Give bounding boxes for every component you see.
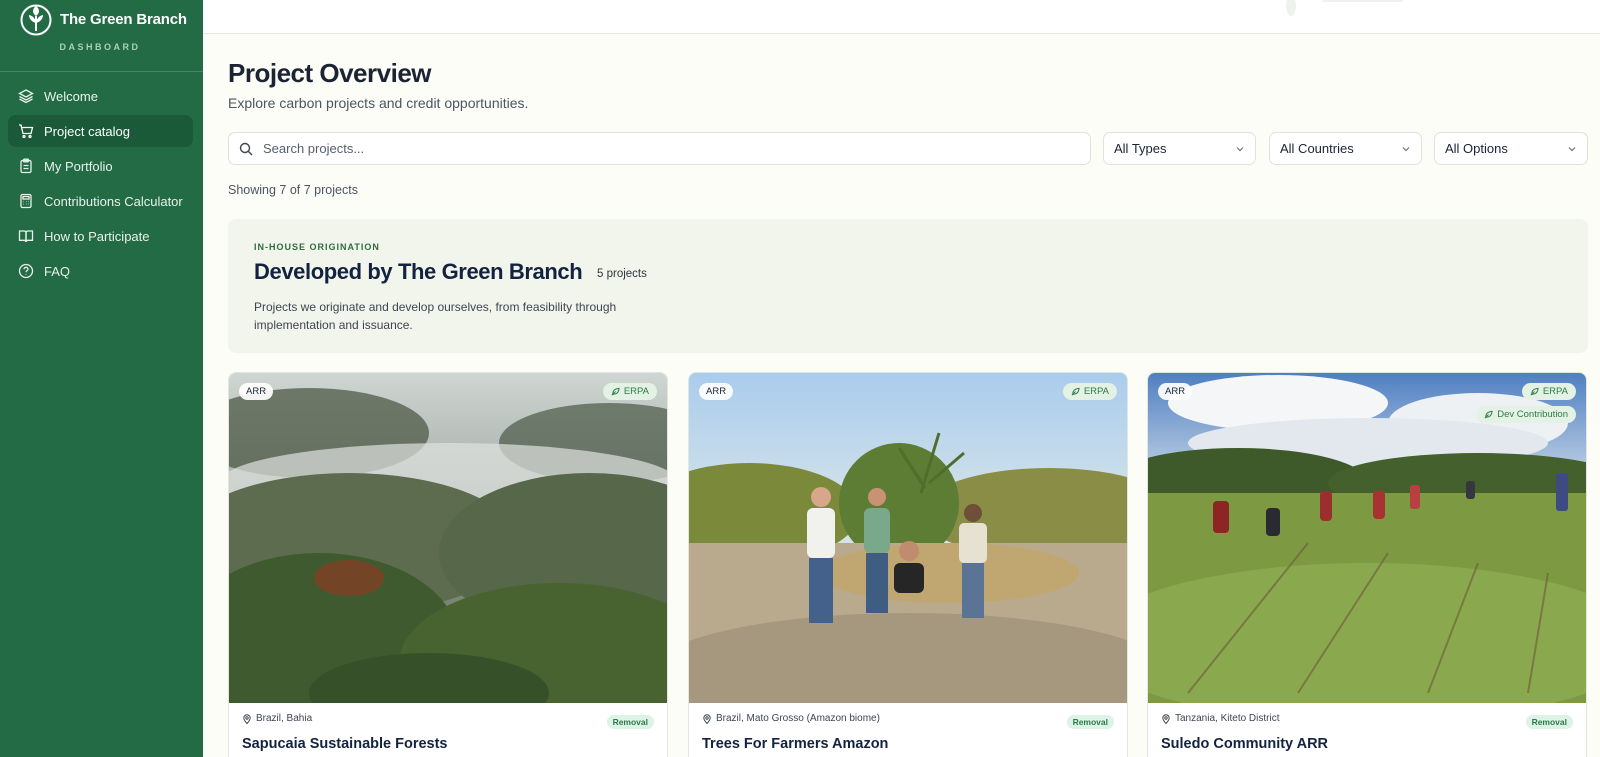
map-pin-icon [1162, 713, 1170, 724]
sidebar-item-project-catalog[interactable]: Project catalog [8, 115, 193, 147]
book-icon [18, 228, 34, 244]
leaf-icon [1530, 387, 1539, 396]
sidebar-item-label: My Portfolio [44, 158, 113, 174]
project-type-tag: ARR [239, 383, 274, 400]
layers-icon [18, 88, 34, 104]
help-circle-icon [18, 263, 34, 279]
project-location: Brazil, Mato Grosso (Amazon biome) [702, 713, 880, 724]
page-subtitle: Explore carbon projects and credit oppor… [228, 95, 529, 111]
sidebar-item-my-portfolio[interactable]: My Portfolio [8, 150, 193, 182]
erpa-label: ERPA [1083, 386, 1109, 397]
project-title[interactable]: Trees For Farmers Amazon [702, 736, 888, 752]
options-filter-value: All Options [1445, 141, 1508, 156]
search-input[interactable] [263, 141, 1063, 156]
sidebar-item-welcome[interactable]: Welcome [8, 80, 193, 112]
cart-icon [18, 123, 34, 139]
section-description: Projects we originate and develop oursel… [254, 300, 617, 332]
search-bar[interactable] [228, 132, 1091, 165]
leaf-icon [611, 387, 620, 396]
project-card[interactable]: ARR ERPA Dev Contribution Tanzania, Kite… [1147, 372, 1587, 757]
dev-contribution-tag: Dev Contribution [1476, 406, 1576, 423]
brand-header: The Green Branch DASHBOARD [0, 0, 203, 72]
dev-contribution-label: Dev Contribution [1497, 409, 1568, 420]
location-text: Brazil, Bahia [256, 713, 313, 724]
sidebar-item-label: Welcome [44, 88, 98, 104]
erpa-tag: ERPA [1062, 383, 1117, 400]
calculator-icon [18, 193, 34, 209]
section-eyebrow: IN-HOUSE ORIGINATION [254, 242, 380, 252]
removal-badge: Removal [1525, 715, 1573, 729]
sidebar: The Green Branch DASHBOARD Welcome Proje… [0, 0, 203, 757]
leaf-icon [1484, 410, 1493, 419]
leaf-icon [1071, 387, 1080, 396]
sidebar-item-label: How to Participate [44, 228, 150, 244]
project-type-tag: ARR [1158, 383, 1193, 400]
map-pin-icon [243, 713, 251, 724]
section-project-count: 5 projects [597, 268, 647, 280]
results-count: Showing 7 of 7 projects [228, 183, 358, 197]
sidebar-item-label: FAQ [44, 263, 71, 279]
removal-badge: Removal [1066, 715, 1114, 729]
search-icon [239, 142, 253, 155]
project-title[interactable]: Suledo Community ARR [1161, 736, 1328, 752]
country-filter-value: All Countries [1280, 141, 1354, 156]
project-card[interactable]: ARR ERPA Brazil, Bahia Removal Sapucaia … [228, 372, 668, 757]
page-title: Project Overview [228, 58, 432, 88]
project-image [689, 373, 1127, 703]
clipboard-icon [18, 158, 34, 174]
chevron-down-icon [1568, 146, 1576, 151]
location-text: Tanzania, Kiteto District [1175, 713, 1280, 724]
project-location: Brazil, Bahia [242, 713, 312, 724]
leaf-logo-icon [20, 4, 52, 36]
sidebar-item-faq[interactable]: FAQ [8, 255, 193, 287]
erpa-label: ERPA [1542, 386, 1568, 397]
project-location: Tanzania, Kiteto District [1161, 713, 1280, 724]
sidebar-nav: Welcome Project catalog My Portfolio Con… [8, 80, 193, 290]
in-house-section: IN-HOUSE ORIGINATION Developed by The Gr… [228, 219, 1588, 353]
sidebar-item-label: Contributions Calculator [44, 193, 183, 209]
erpa-tag: ERPA [1521, 383, 1576, 400]
brand-name[interactable]: The Green Branch [60, 11, 187, 28]
project-card[interactable]: ARR ERPA Brazil, Mato Grosso (Amazon bio… [688, 372, 1128, 757]
options-filter-select[interactable]: All Options [1434, 132, 1588, 165]
top-bar [203, 0, 1600, 34]
sidebar-item-contributions-calculator[interactable]: Contributions Calculator [8, 185, 193, 217]
type-filter-select[interactable]: All Types [1103, 132, 1256, 165]
project-title[interactable]: Sapucaia Sustainable Forests [242, 736, 448, 752]
location-text: Brazil, Mato Grosso (Amazon biome) [716, 713, 880, 724]
removal-badge: Removal [606, 715, 654, 729]
section-title: Developed by The Green Branch [254, 259, 583, 284]
erpa-label: ERPA [623, 386, 649, 397]
sidebar-item-how-to-participate[interactable]: How to Participate [8, 220, 193, 252]
project-type-tag: ARR [699, 383, 734, 400]
chevron-down-icon [1236, 146, 1244, 151]
type-filter-value: All Types [1114, 141, 1167, 156]
erpa-tag: ERPA [602, 383, 657, 400]
user-menu-placeholder[interactable] [1283, 0, 1413, 16]
map-pin-icon [703, 713, 711, 724]
country-filter-select[interactable]: All Countries [1269, 132, 1422, 165]
brand-subtitle: DASHBOARD [59, 42, 141, 52]
chevron-down-icon [1402, 146, 1410, 151]
sidebar-item-label: Project catalog [44, 123, 130, 139]
project-image [229, 373, 667, 703]
